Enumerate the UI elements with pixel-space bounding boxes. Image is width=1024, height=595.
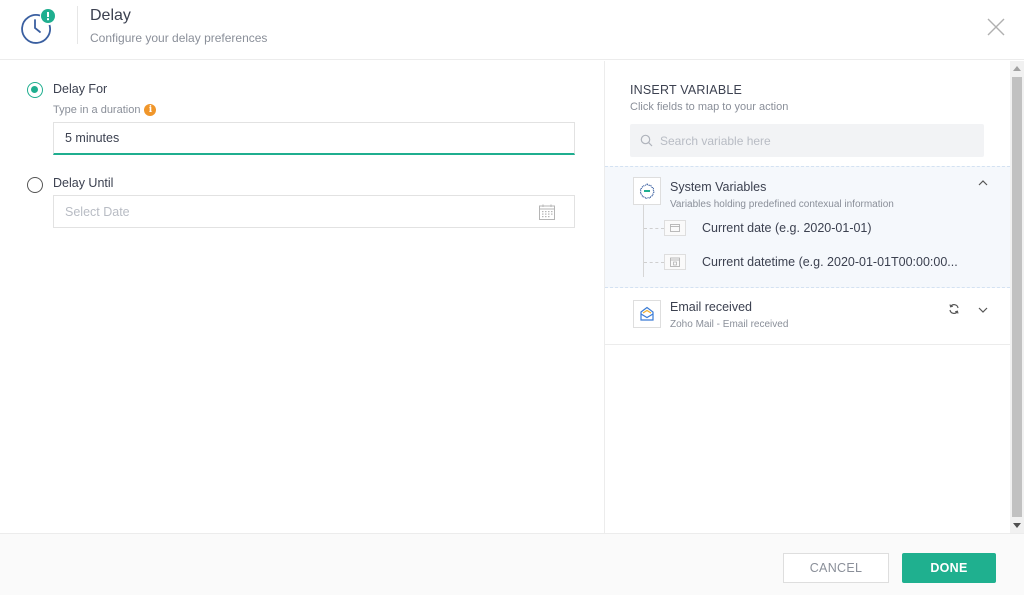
variable-search-placeholder: Search variable here	[660, 133, 771, 148]
variable-group-email-received[interactable]: Email received Zoho Mail - Email receive…	[605, 288, 1010, 345]
calendar-icon[interactable]	[538, 203, 556, 221]
chevron-up-icon[interactable]	[977, 177, 989, 189]
email-received-title[interactable]: Email received	[670, 300, 752, 314]
select-date-input[interactable]: Select Date	[53, 195, 575, 228]
system-variables-subtitle: Variables holding predefined contexual i…	[670, 199, 894, 210]
insert-variable-title: INSERT VARIABLE	[630, 83, 743, 97]
system-variables-title[interactable]: System Variables	[670, 180, 766, 194]
tree-branch	[644, 228, 664, 229]
variable-current-datetime[interactable]: Current datetime (e.g. 2020-01-01T00:00:…	[702, 255, 958, 269]
tree-branch	[644, 262, 664, 263]
duration-input-value: 5 minutes	[65, 131, 120, 145]
duration-input[interactable]: 5 minutes	[53, 122, 575, 155]
header-divider	[77, 6, 78, 44]
datetime-icon	[664, 254, 686, 270]
variable-search-input[interactable]: Search variable here	[630, 124, 984, 157]
variable-group-system: System Variables Variables holding prede…	[605, 166, 1010, 288]
tree-line	[643, 205, 644, 277]
delay-for-label[interactable]: Delay For	[53, 82, 107, 96]
scroll-down-arrow[interactable]	[1013, 523, 1021, 528]
clock-alert-icon	[21, 9, 55, 44]
select-date-placeholder: Select Date	[65, 204, 130, 219]
delay-for-radio[interactable]	[27, 82, 43, 98]
dialog-header: Delay Configure your delay preferences	[0, 0, 1024, 60]
mail-icon	[633, 300, 661, 328]
done-button[interactable]: DONE	[902, 553, 996, 583]
variable-current-date[interactable]: Current date (e.g. 2020-01-01)	[702, 221, 872, 235]
variable-pane-scrollbar[interactable]	[1010, 61, 1024, 533]
close-icon[interactable]	[985, 16, 1007, 38]
duration-hint-text: Type in a duration	[53, 104, 141, 116]
dialog-footer: CANCEL DONE	[0, 533, 1024, 595]
search-icon	[640, 134, 653, 147]
insert-variable-subtitle: Click fields to map to your action	[630, 101, 789, 113]
scroll-up-arrow[interactable]	[1013, 66, 1021, 71]
duration-hint: Type in a duration i	[53, 104, 157, 116]
system-variables-icon	[633, 177, 661, 205]
delay-settings-pane: Delay For Type in a duration i 5 minutes…	[0, 61, 604, 533]
refresh-icon[interactable]	[948, 303, 960, 315]
scroll-thumb[interactable]	[1012, 77, 1022, 517]
cancel-button[interactable]: CANCEL	[783, 553, 889, 583]
chevron-down-icon[interactable]	[977, 304, 989, 316]
insert-variable-pane: INSERT VARIABLE Click fields to map to y…	[605, 61, 1010, 533]
date-icon	[664, 220, 686, 236]
dialog-title: Delay	[90, 7, 131, 24]
dialog-subtitle: Configure your delay preferences	[90, 31, 268, 45]
delay-until-label[interactable]: Delay Until	[53, 176, 113, 190]
email-received-subtitle: Zoho Mail - Email received	[670, 319, 789, 330]
delay-until-radio[interactable]	[27, 177, 43, 193]
info-icon[interactable]: i	[144, 104, 157, 116]
